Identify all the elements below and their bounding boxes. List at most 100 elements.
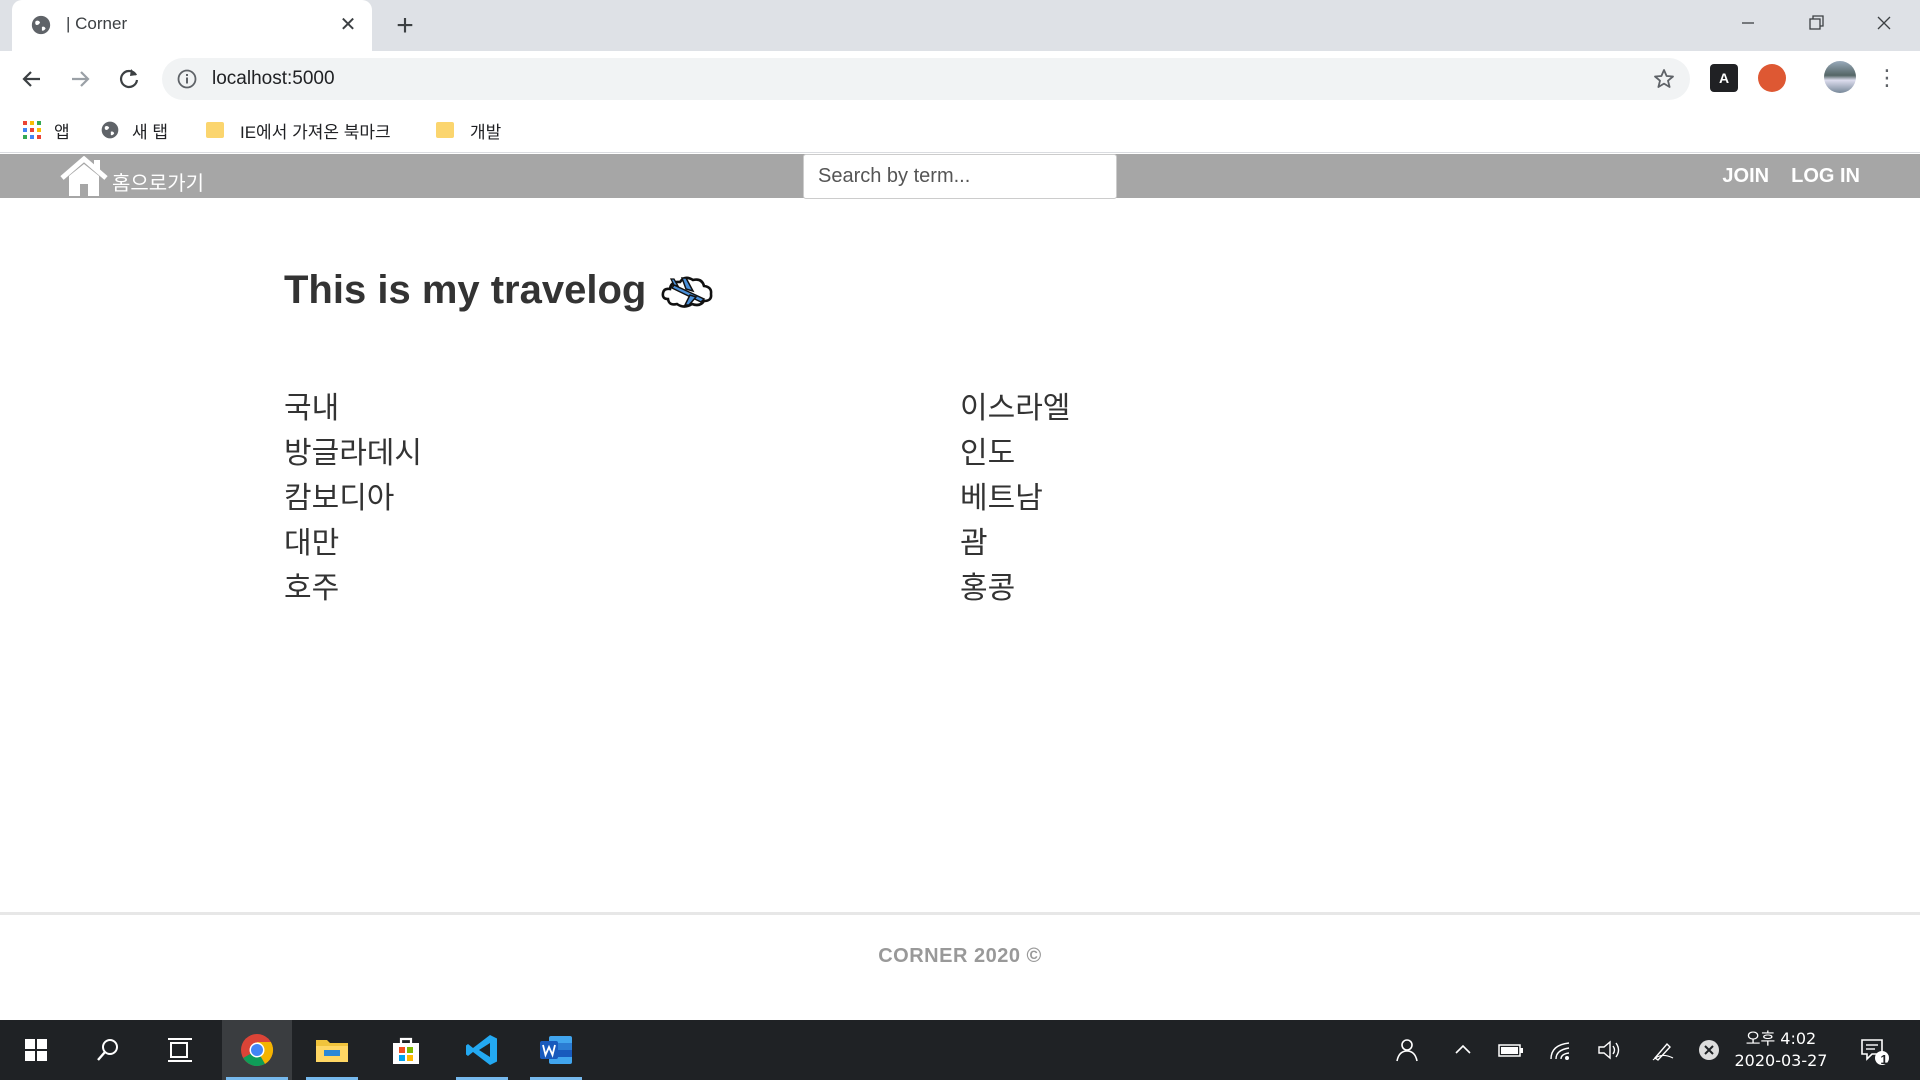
minimize-button[interactable] <box>1728 8 1768 38</box>
star-icon[interactable] <box>1652 67 1676 91</box>
hidden-icons-button[interactable] <box>1448 1020 1478 1080</box>
start-button[interactable] <box>6 1020 66 1080</box>
arrow-right-icon <box>72 71 90 87</box>
home-link[interactable]: 홈으로가기 <box>60 154 204 198</box>
taskbar-store[interactable] <box>376 1020 436 1080</box>
store-icon <box>393 1037 419 1064</box>
pen-icon <box>1652 1042 1674 1061</box>
bookmark-label: 앱 <box>54 122 70 142</box>
site-footer: CORNER 2020 © <box>0 912 1920 1020</box>
battery-status[interactable] <box>1496 1020 1526 1080</box>
destination-link[interactable]: 방글라데시 <box>284 431 960 476</box>
destination-link[interactable]: 캄보디아 <box>284 476 960 521</box>
airplane-cloud-icon <box>661 276 713 308</box>
restore-icon <box>1809 15 1824 30</box>
bookmark-dev-folder[interactable]: 개발 <box>436 115 501 145</box>
destination-link[interactable]: 괌 <box>960 521 1636 566</box>
globe-icon <box>31 15 51 35</box>
task-view-icon <box>168 1038 192 1062</box>
x-circle-icon <box>1699 1040 1719 1060</box>
taskbar-clock[interactable]: 오후 4:02 2020-03-27 <box>1726 1028 1836 1072</box>
destination-columns: 국내 방글라데시 캄보디아 대만 호주 이스라엘 인도 베트남 괌 홍콩 <box>284 386 1636 611</box>
battery-icon <box>1498 1044 1523 1057</box>
search-input[interactable] <box>803 154 1117 199</box>
taskbar-chrome[interactable] <box>222 1020 292 1080</box>
destination-list-left: 국내 방글라데시 캄보디아 대만 호주 <box>284 386 960 611</box>
url-text[interactable]: localhost:5000 <box>212 68 335 90</box>
task-view-button[interactable] <box>150 1020 210 1080</box>
bookmark-label: 새 탭 <box>132 122 169 142</box>
home-icon <box>60 156 108 196</box>
site-navbar: 홈으로가기 JOIN LOG IN <box>0 154 1920 199</box>
forward-button[interactable] <box>64 63 96 95</box>
address-bar[interactable]: localhost:5000 <box>162 58 1690 100</box>
globe-icon <box>101 121 119 139</box>
notification-count: 1 <box>1880 1052 1888 1067</box>
clock-date: 2020-03-27 <box>1734 1051 1828 1070</box>
people-button[interactable] <box>1388 1020 1424 1080</box>
destination-link[interactable]: 베트남 <box>960 476 1636 521</box>
destination-link[interactable]: 홍콩 <box>960 566 1636 611</box>
clock-time: 오후 4:02 <box>1745 1029 1817 1048</box>
bookmark-ie-folder[interactable]: IE에서 가져온 북마크 <box>206 115 391 145</box>
page-title-text: This is my travelog <box>284 268 647 312</box>
browser-tabstrip: | Corner ✕ + <box>0 0 1920 51</box>
taskbar-file-explorer[interactable] <box>302 1020 362 1080</box>
destination-link[interactable]: 인도 <box>960 431 1636 476</box>
file-explorer-icon <box>316 1040 348 1062</box>
bookmark-label: IE에서 가져온 북마크 <box>240 122 391 142</box>
destination-link[interactable]: 호주 <box>284 566 960 611</box>
extension-a-icon[interactable]: A <box>1710 64 1738 92</box>
chrome-icon <box>241 1034 274 1067</box>
minimize-icon <box>1742 22 1754 24</box>
restore-button[interactable] <box>1796 8 1836 38</box>
browser-toolbar: localhost:5000 <box>0 51 1920 107</box>
info-icon[interactable] <box>176 68 198 90</box>
duckduckgo-extension-icon[interactable] <box>1758 64 1786 92</box>
network-status[interactable] <box>1546 1020 1576 1080</box>
status-error-button[interactable] <box>1694 1020 1724 1080</box>
page-title: This is my travelog <box>284 268 1636 313</box>
people-icon <box>1396 1039 1418 1062</box>
wifi-icon <box>1550 1042 1570 1060</box>
menu-dots-icon[interactable]: ⋮ <box>1876 64 1898 92</box>
bookmark-label: 개발 <box>470 122 502 142</box>
folder-icon <box>436 122 454 138</box>
destination-link[interactable]: 대만 <box>284 521 960 566</box>
speaker-icon <box>1598 1040 1620 1060</box>
back-button[interactable] <box>16 63 48 95</box>
main-content: This is my travelog 국내 방글라데시 캄보디아 대만 호주 … <box>284 268 1636 606</box>
windows-start-icon <box>25 1039 47 1061</box>
folder-icon <box>206 122 224 138</box>
reload-button[interactable] <box>113 63 145 95</box>
home-label: 홈으로가기 <box>112 171 204 195</box>
taskbar-search-button[interactable] <box>78 1020 138 1080</box>
destination-list-right: 이스라엘 인도 베트남 괌 홍콩 <box>960 386 1636 611</box>
close-icon <box>1877 16 1891 30</box>
new-tab-button[interactable]: + <box>390 11 420 42</box>
arrow-left-icon <box>22 71 40 87</box>
bookmark-apps[interactable]: 앱 <box>22 115 70 145</box>
bookmark-new-tab[interactable]: 새 탭 <box>100 115 168 145</box>
chevron-up-icon <box>1455 1044 1471 1054</box>
bookmarks-bar: 앱 새 탭 IE에서 가져온 북마크 개발 <box>0 107 1920 153</box>
search-icon <box>97 1039 118 1061</box>
browser-tab[interactable]: | Corner ✕ <box>12 0 372 51</box>
destination-link[interactable]: 이스라엘 <box>960 386 1636 431</box>
taskbar-word[interactable] <box>526 1020 586 1080</box>
windows-taskbar: 오후 4:02 2020-03-27 1 <box>0 1020 1920 1080</box>
close-window-button[interactable] <box>1864 8 1904 38</box>
join-link[interactable]: JOIN <box>1722 165 1769 188</box>
volume-control[interactable] <box>1594 1020 1624 1080</box>
footer-copyright: CORNER 2020 © <box>878 945 1042 967</box>
action-center-button[interactable]: 1 <box>1852 1020 1896 1080</box>
reload-icon <box>119 69 139 89</box>
close-tab-icon[interactable]: ✕ <box>336 13 360 37</box>
taskbar-vscode[interactable] <box>452 1020 512 1080</box>
tab-title: | Corner <box>66 14 128 33</box>
vscode-icon <box>466 1035 497 1065</box>
profile-avatar[interactable] <box>1824 61 1856 93</box>
login-link[interactable]: LOG IN <box>1791 165 1860 188</box>
destination-link[interactable]: 국내 <box>284 386 960 431</box>
pen-workspace-button[interactable] <box>1648 1020 1678 1080</box>
